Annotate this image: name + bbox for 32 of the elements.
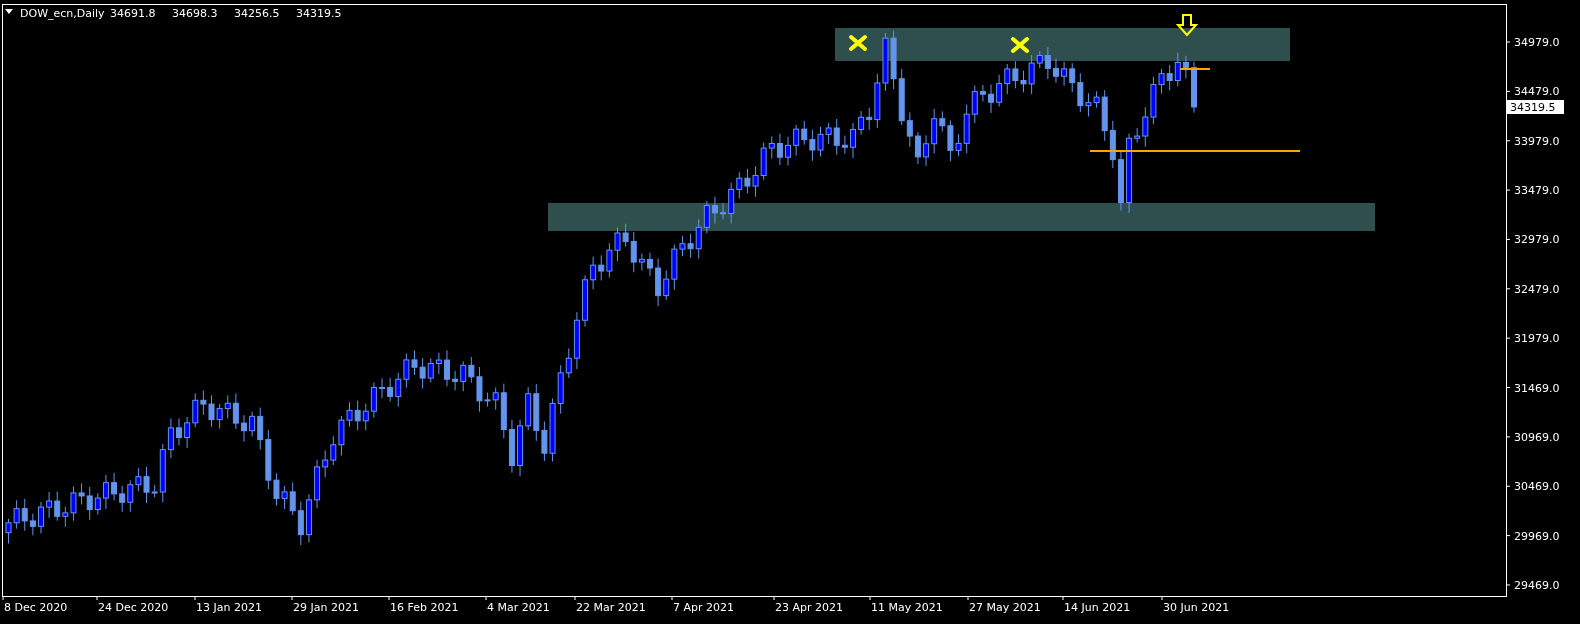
time-axis-label: 22 Mar 2021 [576,601,646,614]
dropdown-triangle-icon[interactable] [5,9,13,14]
current-price-tag: 34319.5 [1507,100,1564,114]
price-axis-label: 33479.0 [1514,184,1560,198]
time-axis-label: 13 Jan 2021 [196,601,262,614]
price-axis-label: 33979.0 [1514,134,1560,148]
price-axis-label: 34979.0 [1514,36,1560,49]
time-axis-label: 24 Dec 2020 [98,601,169,614]
time-axis-label: 11 May 2021 [871,601,943,614]
price-axis-label: 34479.0 [1514,85,1560,99]
price-axis-label: 32979.0 [1514,233,1560,247]
time-axis-label: 23 Apr 2021 [775,601,843,614]
price-axis-label: 31469.0 [1514,381,1560,395]
time-axis-label: 16 Feb 2021 [390,601,459,614]
ohlc-value: 34698.3 [172,7,218,20]
price-axis-label: 31979.0 [1514,332,1560,346]
time-axis-label: 27 May 2021 [969,601,1041,614]
time-axis-label: 14 Jun 2021 [1064,601,1131,614]
time-axis-label: 29 Jan 2021 [293,601,359,614]
time-axis-label: 4 Mar 2021 [487,601,550,614]
price-axis-label: 29469.0 [1514,578,1560,592]
time-axis-label: 7 Apr 2021 [673,601,734,614]
time-axis-label: 30 Jun 2021 [1163,601,1230,614]
time-axis-label: 8 Dec 2020 [4,601,68,614]
ohlc-value: 34256.5 [234,7,280,20]
price-axis-label: 30469.0 [1514,480,1560,494]
price-axis-label: 29969.0 [1514,529,1560,543]
symbol-label: DOW_ecn,Daily [20,7,105,20]
ohlc-value: 34691.8 [110,7,156,20]
price-axis-label: 30969.0 [1514,430,1560,444]
price-axis-label: 32479.0 [1514,282,1560,296]
ohlc-value: 34319.5 [296,7,342,20]
